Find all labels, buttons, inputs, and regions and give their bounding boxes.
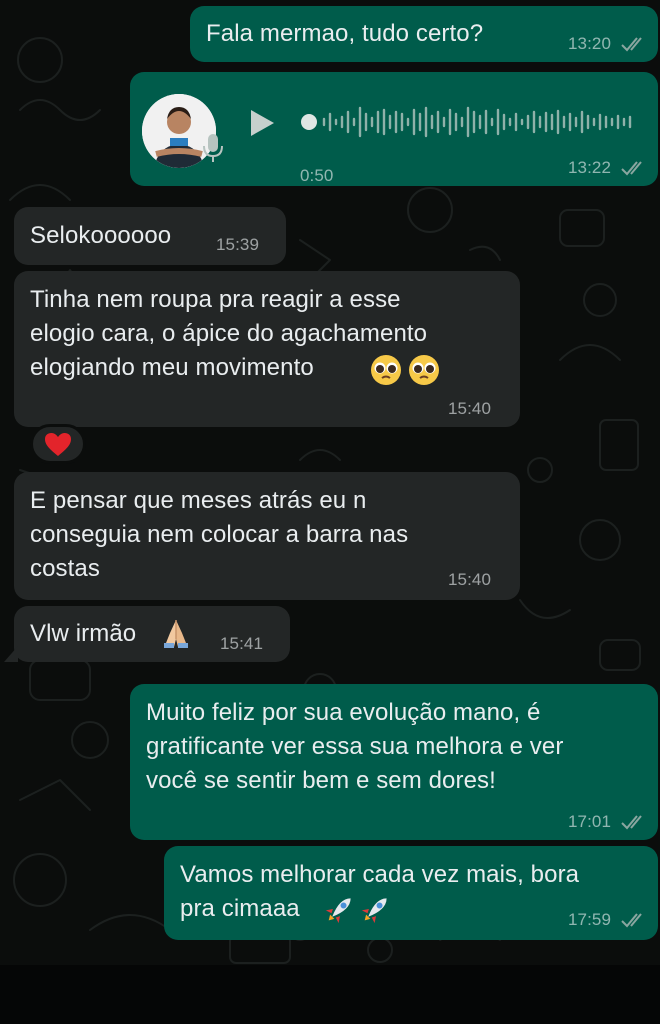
- double-check-icon: [621, 37, 642, 52]
- incoming-message[interactable]: Tinha nem roupa pra reagir a esse elogio…: [14, 271, 520, 427]
- message-time: 13:20: [568, 34, 612, 53]
- reaction-badge[interactable]: [30, 424, 86, 464]
- message-text: Muito feliz por sua evolução mano, é gra…: [146, 699, 564, 794]
- incoming-message[interactable]: E pensar que meses atrás eu n conseguia …: [14, 472, 520, 600]
- message-time: 17:01: [568, 812, 612, 831]
- message-text: Selokoooooo: [30, 222, 172, 249]
- message-text: Tinha nem roupa pra reagir a esse elogio…: [30, 286, 428, 381]
- voice-duration: 0:50: [300, 166, 334, 185]
- message-time: 13:22: [568, 158, 612, 177]
- message-time: 15:40: [448, 399, 492, 418]
- double-check-icon: [621, 161, 642, 176]
- message-text: Fala mermao, tudo certo?: [206, 20, 484, 47]
- incoming-message[interactable]: Selokoooooo 15:39: [14, 207, 286, 265]
- message-time: 15:39: [216, 235, 260, 254]
- message-time: 15:40: [448, 570, 492, 589]
- outgoing-message[interactable]: Muito feliz por sua evolução mano, é gra…: [130, 684, 658, 840]
- outgoing-message[interactable]: Fala mermao, tudo certo? 13:20: [190, 6, 658, 62]
- message-time: 15:41: [220, 634, 264, 653]
- bottom-bar: [0, 965, 660, 1024]
- outgoing-voice-message[interactable]: 0:50 13:22: [130, 72, 658, 186]
- message-time: 17:59: [568, 910, 612, 929]
- pleading-face-emoji: [371, 355, 439, 385]
- rocket-emoji: [325, 898, 387, 924]
- double-check-icon: [621, 913, 642, 928]
- microphone-icon: [203, 134, 223, 162]
- audio-waveform[interactable]: [300, 102, 646, 142]
- double-check-icon: [621, 815, 642, 830]
- outgoing-message[interactable]: Vamos melhorar cada vez mais, bora pra c…: [164, 846, 658, 940]
- incoming-message[interactable]: Vlw irmão 15:41: [14, 606, 290, 662]
- incoming-bubble-tail: [4, 646, 18, 662]
- message-text: Vlw irmão: [30, 620, 137, 647]
- folded-hands-emoji: [164, 620, 188, 648]
- play-icon[interactable]: [248, 108, 276, 138]
- message-text: E pensar que meses atrás eu n conseguia …: [30, 487, 409, 582]
- heart-emoji: [45, 433, 71, 456]
